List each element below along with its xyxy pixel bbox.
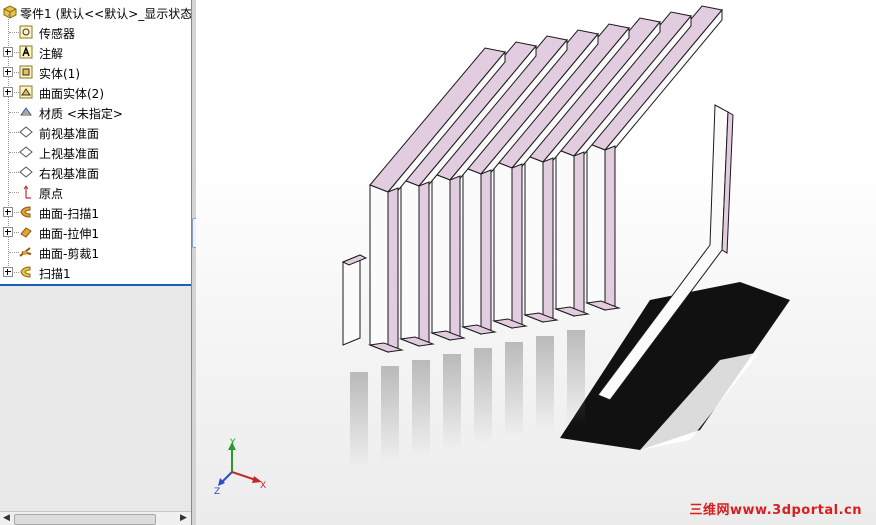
tree-item[interactable]: 原点 xyxy=(0,182,191,202)
strip-front-leg xyxy=(431,172,451,341)
sensor-icon xyxy=(19,25,33,39)
lead-in-leg xyxy=(342,254,361,346)
coil-model[interactable] xyxy=(196,0,876,525)
strip-front-leg xyxy=(524,154,544,323)
scrollbar-thumb[interactable] xyxy=(14,514,156,525)
surface-sweep-icon xyxy=(20,206,31,218)
reflection-bar xyxy=(381,366,399,462)
strip-front-leg xyxy=(369,184,389,353)
scroll-left-icon[interactable]: ◀ xyxy=(3,513,10,523)
triad-x-label: X xyxy=(260,481,266,491)
tree-item[interactable]: 曲面实体(2) xyxy=(0,82,191,102)
tree-item[interactable]: 曲面-扫描1 xyxy=(0,202,191,222)
surface-trim-icon xyxy=(19,247,32,257)
expand-icon[interactable] xyxy=(3,67,13,77)
tree-item[interactable]: 实体(1) xyxy=(0,62,191,82)
tree-item-label: 扫描1 xyxy=(39,267,71,281)
reflection-bar xyxy=(474,348,492,444)
tree-item-label: 右视基准面 xyxy=(39,167,100,181)
tree-root-label: 零件1 (默认<<默认>_显示状态 xyxy=(20,7,192,21)
tree-root[interactable]: 零件1 (默认<<默认>_显示状态 xyxy=(0,2,191,22)
tree-item[interactable]: 曲面-剪裁1 xyxy=(0,242,191,262)
reflection-bar xyxy=(567,330,585,426)
plane-icon xyxy=(19,146,33,158)
tree-item[interactable]: 传感器 xyxy=(0,22,191,42)
expand-icon[interactable] xyxy=(3,207,13,217)
tree-item[interactable]: 右视基准面 xyxy=(0,162,191,182)
tree-item[interactable]: 上视基准面 xyxy=(0,142,191,162)
tree-empty-area xyxy=(0,286,191,512)
strip-front-leg xyxy=(493,160,513,329)
reflection-bar xyxy=(505,342,523,438)
triad-y-label: Y xyxy=(229,438,236,448)
expand-icon[interactable] xyxy=(3,267,13,277)
scroll-right-icon[interactable]: ▶ xyxy=(180,513,187,523)
strip-leg-side xyxy=(604,145,616,311)
strip-leg-side xyxy=(480,169,492,335)
strip-leg-side xyxy=(418,181,430,347)
tree-item-label: 传感器 xyxy=(39,27,76,41)
sweep-icon xyxy=(20,266,31,278)
surface-bodies-icon xyxy=(19,85,33,99)
strip-leg-side xyxy=(542,157,554,323)
strip-front-leg xyxy=(400,178,420,347)
tree-item-label: 前视基准面 xyxy=(39,127,100,141)
plane-icon xyxy=(19,126,33,138)
reflection-bar xyxy=(412,360,430,456)
solid-bodies-icon xyxy=(19,65,33,79)
strip-leg-side xyxy=(387,187,399,353)
strip-front-leg xyxy=(555,148,575,317)
plane-icon xyxy=(19,166,33,178)
reflection-bar xyxy=(350,372,368,468)
watermark: 三维网www.3dportal.cn xyxy=(689,503,862,518)
tree-horizontal-scrollbar[interactable]: ◀ ▶ xyxy=(0,511,191,525)
triad-z-label: Z xyxy=(214,487,220,496)
tree-item[interactable]: 曲面-拉伸1 xyxy=(0,222,191,242)
strip-leg-side xyxy=(449,175,461,341)
annotation-icon xyxy=(19,45,33,59)
tree-item[interactable]: 材质 <未指定> xyxy=(0,102,191,122)
expand-icon[interactable] xyxy=(3,87,13,97)
strip-front-leg xyxy=(462,166,482,335)
origin-icon xyxy=(23,185,31,199)
reflection-bar xyxy=(536,336,554,432)
tree-item-label: 曲面-扫描1 xyxy=(39,207,99,221)
tree-item-label: 材质 <未指定> xyxy=(39,107,123,121)
surface-extrude-icon xyxy=(20,227,32,238)
part-icon xyxy=(3,5,17,19)
tree-item[interactable]: 前视基准面 xyxy=(0,122,191,142)
tree-item-label: 曲面-剪裁1 xyxy=(39,247,99,261)
material-icon xyxy=(20,107,32,116)
strip-leg-side xyxy=(511,163,523,329)
tree-item-label: 原点 xyxy=(39,187,64,201)
tree-item-label: 注解 xyxy=(39,47,64,61)
strip-leg-side xyxy=(573,151,585,317)
expand-icon[interactable] xyxy=(3,227,13,237)
graphics-viewport[interactable]: Y X Z 三维网www.3dportal.cn xyxy=(196,0,876,525)
tree-item-label: 曲面-拉伸1 xyxy=(39,227,99,241)
expand-icon[interactable] xyxy=(3,47,13,57)
feature-manager-tree: 零件1 (默认<<默认>_显示状态 传感器注解实体(1) 曲面实体(2) 材质 <未… xyxy=(0,0,192,525)
reflection-bar xyxy=(443,354,461,450)
tree-item[interactable]: 注解 xyxy=(0,42,191,62)
tree-item-label: 上视基准面 xyxy=(39,147,100,161)
tree-item[interactable]: 扫描1 xyxy=(0,262,191,282)
tree-item-label: 曲面实体(2) xyxy=(39,87,104,101)
axis-triad: Y X Z xyxy=(214,438,266,496)
tree-item-label: 实体(1) xyxy=(39,67,80,81)
strip-front-leg xyxy=(586,142,606,311)
